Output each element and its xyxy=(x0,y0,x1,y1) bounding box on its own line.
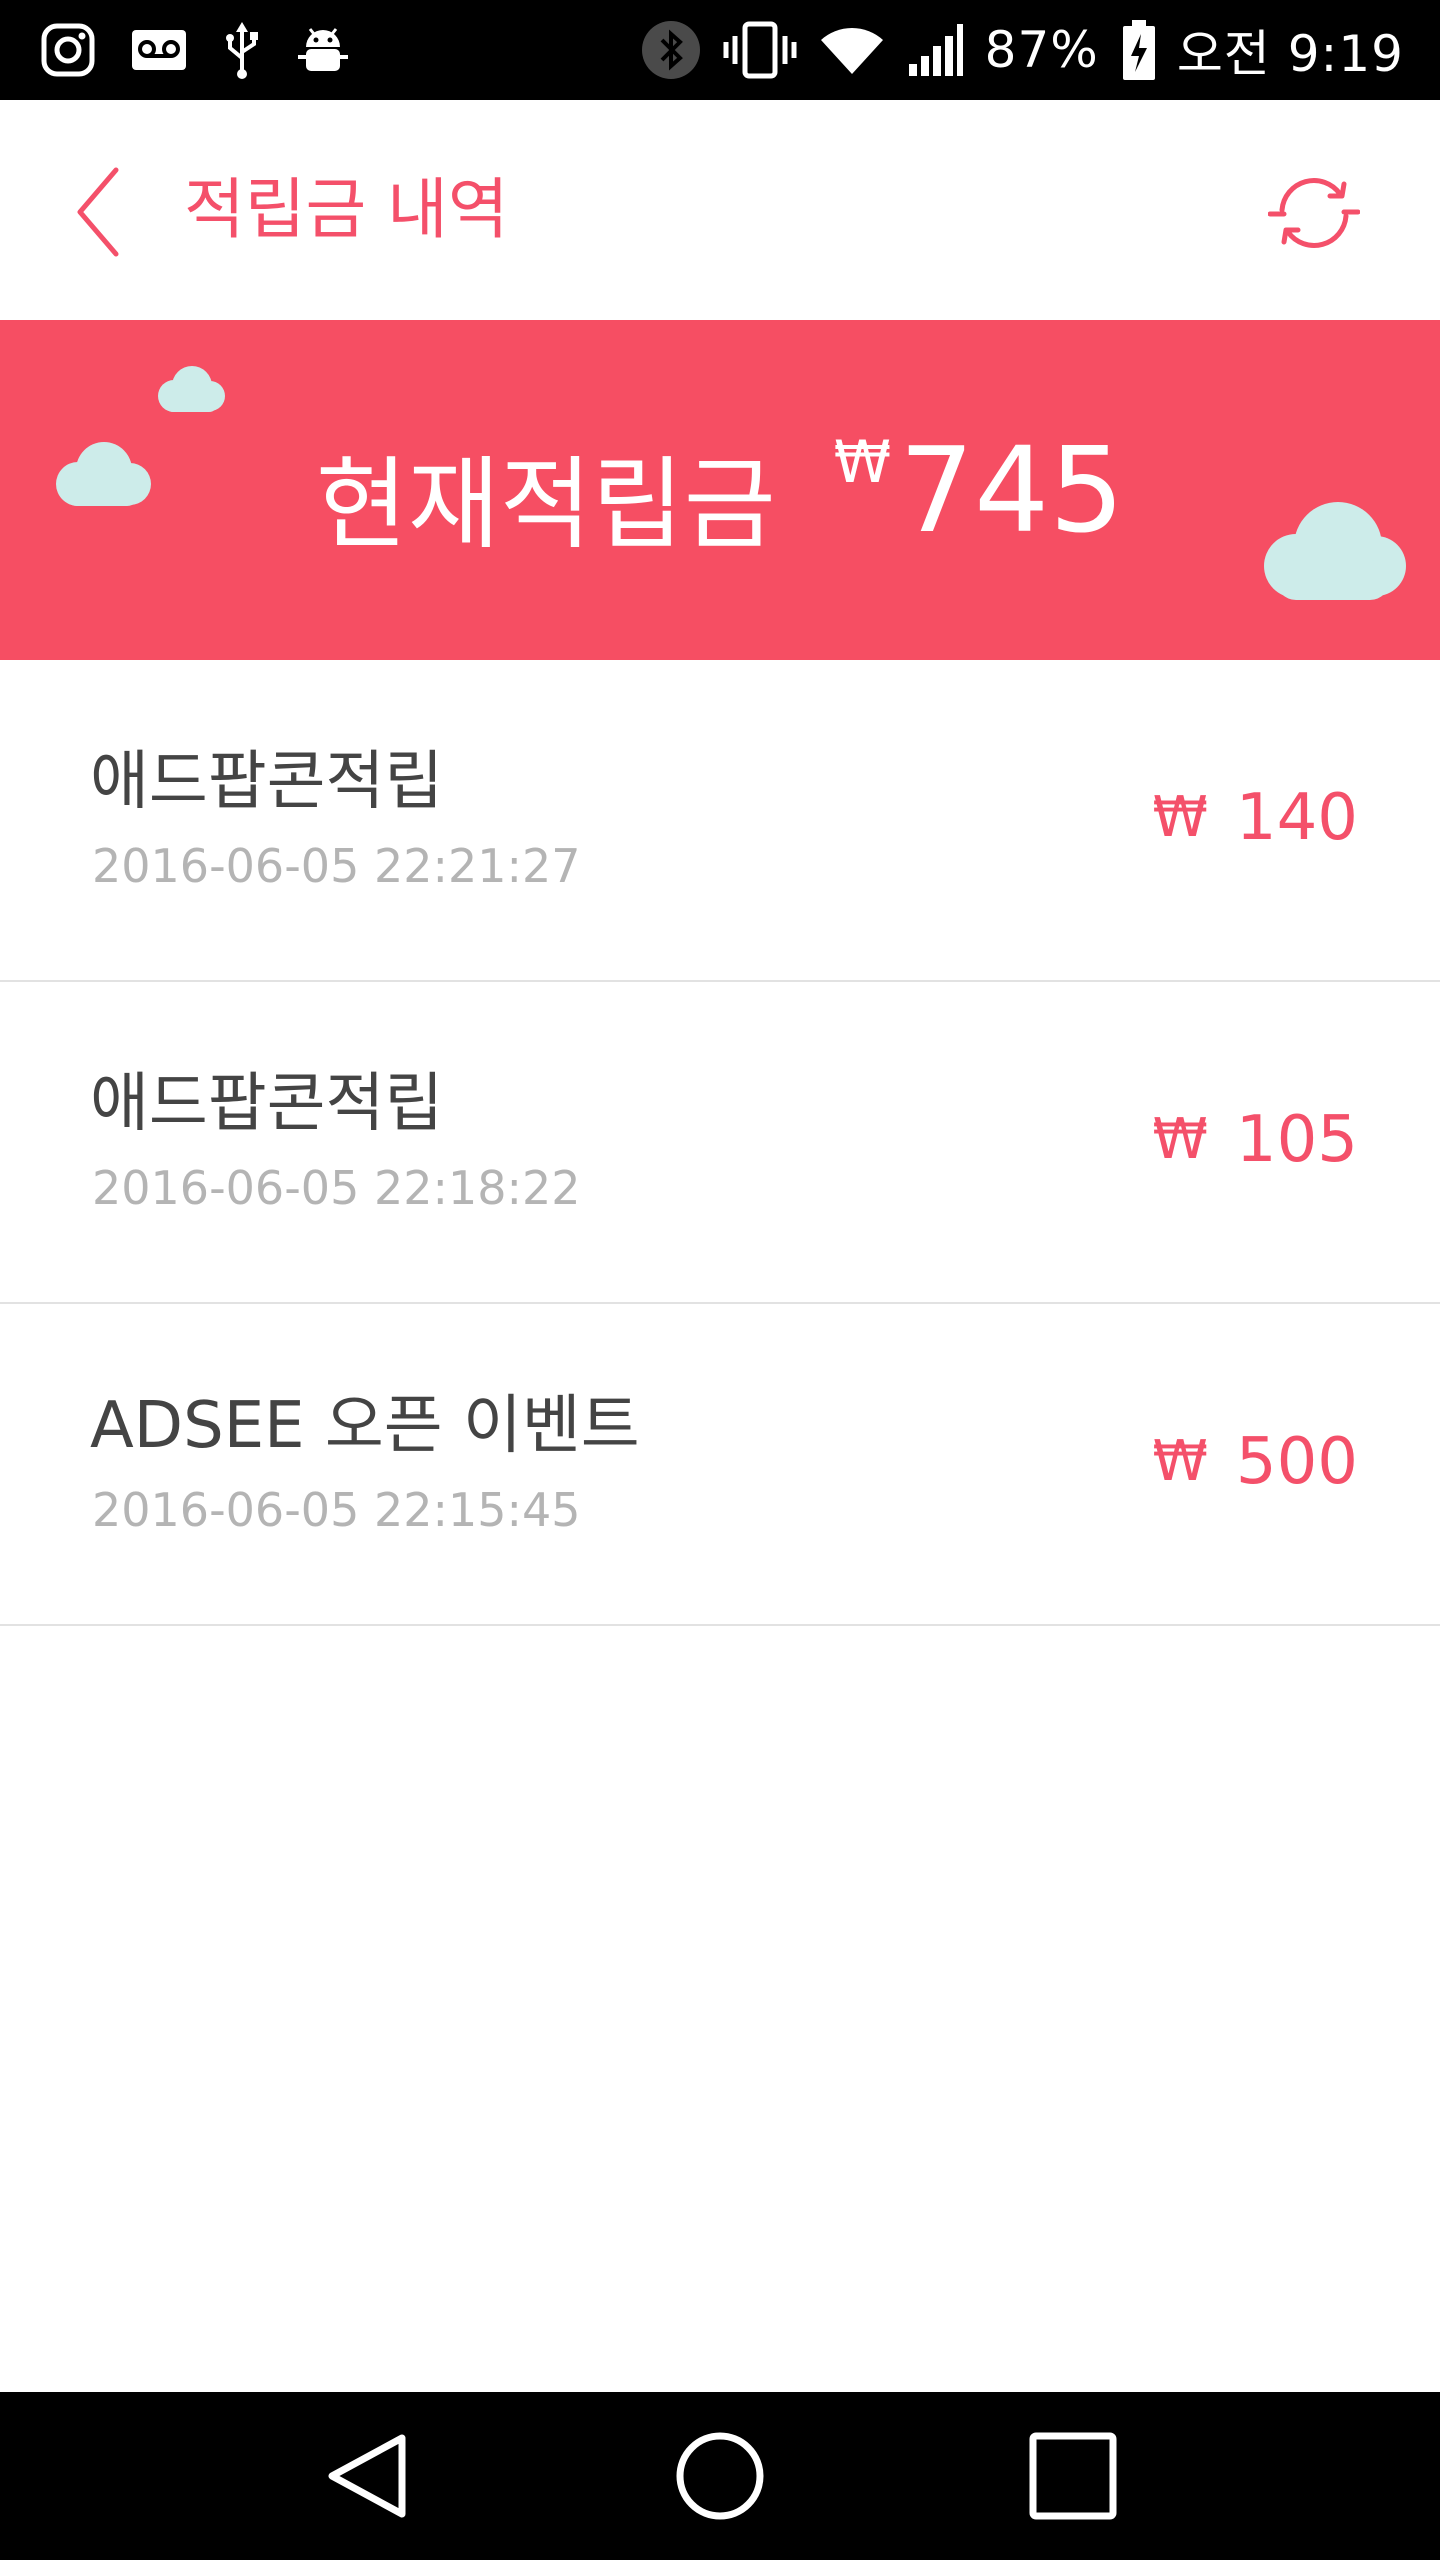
item-amount: ₩ 500 xyxy=(1152,1422,1358,1502)
nav-back-icon xyxy=(328,2434,406,2518)
item-value: 105 xyxy=(1235,1103,1358,1177)
wifi-icon xyxy=(819,24,885,76)
list-item[interactable]: ADSEE 오픈 이벤트 2016-06-05 22:15:45 ₩ 500 xyxy=(0,1304,1440,1626)
app-header: 적립금 내역 xyxy=(0,100,1440,320)
nav-home-icon xyxy=(676,2432,764,2520)
item-value: 500 xyxy=(1235,1425,1358,1499)
vibrate-icon xyxy=(723,20,797,80)
android-debug-icon xyxy=(296,23,350,77)
screen: 87% 오전 9:19 적립금 내역 현재적립금 ₩ 745 애드팝콘적립 20… xyxy=(0,0,1440,2560)
item-date: 2016-06-05 22:15:45 xyxy=(92,1483,581,1537)
item-currency: ₩ xyxy=(1152,785,1208,850)
history-list: 애드팝콘적립 2016-06-05 22:21:27 ₩ 140 애드팝콘적립 … xyxy=(0,660,1440,1626)
balance-banner: 현재적립금 ₩ 745 xyxy=(0,320,1440,660)
instagram-icon xyxy=(40,22,96,78)
nav-recents-button[interactable] xyxy=(1018,2421,1128,2531)
bluetooth-icon xyxy=(641,20,701,80)
status-bar: 87% 오전 9:19 xyxy=(0,0,1440,100)
nav-home-button[interactable] xyxy=(665,2421,775,2531)
clock: 오전 9:19 xyxy=(1176,25,1404,83)
nav-back-button[interactable] xyxy=(312,2421,422,2531)
back-button[interactable] xyxy=(70,162,130,262)
status-left-icons xyxy=(40,20,384,80)
item-title: 애드팝콘적립 xyxy=(90,745,444,819)
item-date: 2016-06-05 22:18:22 xyxy=(92,1161,581,1215)
status-right-icons: 87% 오전 9:19 xyxy=(619,14,1404,86)
page-title: 적립금 내역 xyxy=(184,171,509,248)
navigation-bar xyxy=(0,2392,1440,2560)
refresh-icon xyxy=(1267,178,1361,248)
balance-currency: ₩ xyxy=(833,428,892,496)
usb-icon xyxy=(222,20,262,80)
item-title: ADSEE 오픈 이벤트 xyxy=(90,1389,640,1463)
item-date: 2016-06-05 22:21:27 xyxy=(92,839,581,893)
signal-icon xyxy=(907,22,965,78)
item-title: 애드팝콘적립 xyxy=(90,1067,444,1141)
balance-label: 현재적립금 xyxy=(315,445,776,563)
balance-summary: 현재적립금 ₩ 745 xyxy=(0,320,1440,660)
refresh-button[interactable] xyxy=(1267,170,1361,256)
chevron-left-icon xyxy=(77,167,119,257)
item-currency: ₩ xyxy=(1152,1107,1208,1172)
item-amount: ₩ 140 xyxy=(1152,778,1358,858)
voicemail-icon xyxy=(130,28,188,72)
nav-recents-icon xyxy=(1029,2432,1117,2520)
list-item[interactable]: 애드팝콘적립 2016-06-05 22:18:22 ₩ 105 xyxy=(0,982,1440,1304)
battery-percent: 87% xyxy=(984,21,1099,79)
list-item[interactable]: 애드팝콘적립 2016-06-05 22:21:27 ₩ 140 xyxy=(0,660,1440,982)
item-amount: ₩ 105 xyxy=(1152,1100,1358,1180)
battery-charging-icon xyxy=(1121,18,1157,82)
item-currency: ₩ xyxy=(1152,1429,1208,1494)
balance-amount: 745 xyxy=(899,421,1125,559)
item-value: 140 xyxy=(1235,781,1358,855)
